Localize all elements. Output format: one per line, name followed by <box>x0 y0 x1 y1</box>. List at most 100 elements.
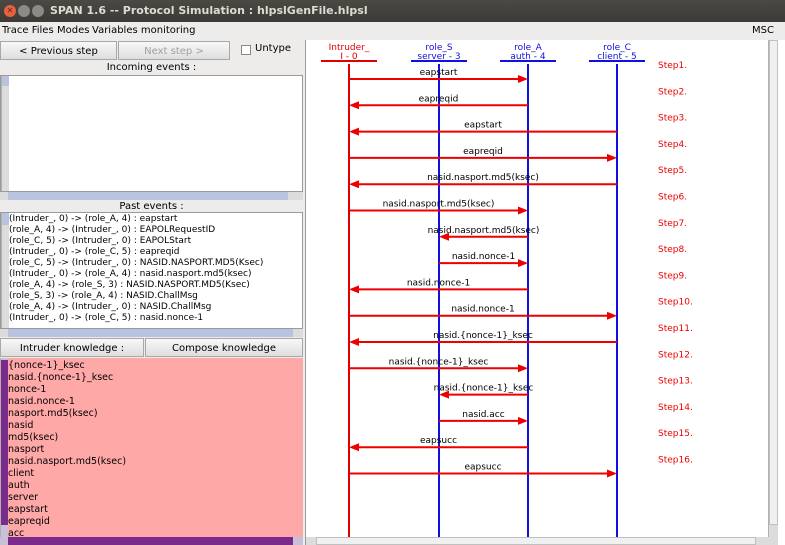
msc-vertical-scrollbar[interactable] <box>768 40 778 537</box>
past-vertical-scrollbar[interactable] <box>1 213 9 328</box>
knowledge-item[interactable]: eapstart <box>8 504 48 515</box>
maximize-window-button[interactable] <box>32 5 44 17</box>
knowledge-item[interactable]: server <box>8 492 38 503</box>
menu-variables-monitoring[interactable]: Variables monitoring <box>92 25 195 36</box>
past-horizontal-scrollbar[interactable] <box>0 329 303 337</box>
msc-scroll-thumb[interactable] <box>769 40 778 525</box>
knowledge-item[interactable]: nasid.{nonce-1}_ksec <box>8 372 113 383</box>
incoming-scroll-thumb[interactable] <box>2 76 9 86</box>
past-event-row[interactable]: (role_A, 4) -> (role_S, 3) : NASID.NASPO… <box>9 280 250 290</box>
msc-horizontal-scrollbar[interactable] <box>306 537 778 545</box>
message-label: nasid.acc <box>462 410 504 420</box>
arrow-head <box>349 338 359 346</box>
message-label: eapstart <box>464 121 502 131</box>
untype-checkbox[interactable]: Untype <box>241 42 301 58</box>
past-hscroll-thumb[interactable] <box>8 329 293 337</box>
past-scroll-thumb[interactable] <box>2 213 9 225</box>
message-label: nasid.nasport.md5(ksec) <box>428 226 540 236</box>
menu-modes[interactable]: Modes <box>57 25 89 36</box>
intruder-knowledge-list[interactable]: {nonce-1}_ksec nasid.{nonce-1}_ksec nonc… <box>0 358 303 545</box>
arrow-head <box>349 285 359 294</box>
message-label: eapstart <box>420 68 458 78</box>
message-label: nasid.nonce-1 <box>407 278 470 288</box>
knowledge-item[interactable]: client <box>8 468 34 479</box>
knowledge-scroll-thumb[interactable] <box>1 360 8 525</box>
step-label: Step9. <box>658 271 687 281</box>
message-label: nasid.{nonce-1}_ksec <box>434 384 534 394</box>
msc-panel[interactable]: Intruder_ I - 0 role_S server - 3 role_A auth… <box>305 40 785 545</box>
incoming-horizontal-scrollbar[interactable] <box>0 192 303 200</box>
incoming-vertical-scrollbar[interactable] <box>1 76 9 191</box>
arrow-head <box>518 364 528 373</box>
msc-hscroll-thumb[interactable] <box>316 537 756 545</box>
next-step-button[interactable]: Next step > <box>118 41 230 60</box>
menu-bar: Trace Files Modes Variables monitoring M… <box>0 22 785 40</box>
past-event-row[interactable]: (Intruder_, 0) -> (role_A, 4) : eapstart <box>9 214 177 224</box>
left-panel: < Previous step Next step > Untype Incom… <box>0 40 303 545</box>
knowledge-hscroll-thumb[interactable] <box>8 537 293 545</box>
step-label: Step13. <box>658 377 693 387</box>
untype-label: Untype <box>255 43 291 54</box>
incoming-hscroll-thumb[interactable] <box>8 192 288 200</box>
knowledge-item[interactable]: auth <box>8 480 30 491</box>
minimize-window-button[interactable] <box>18 5 30 17</box>
past-event-row[interactable]: (Intruder_, 0) -> (role_C, 5) : eapreqid <box>9 247 180 257</box>
past-events-label: Past events : <box>119 201 184 212</box>
message-label: nasid.nasport.md5(ksec) <box>427 173 539 183</box>
arrow-head <box>349 443 359 452</box>
arrow-head <box>607 311 617 320</box>
step-label: Step11. <box>658 324 693 334</box>
step-label: Step8. <box>658 245 687 255</box>
past-events-list[interactable]: (Intruder_, 0) -> (role_A, 4) : eapstart… <box>0 212 303 329</box>
knowledge-item[interactable]: md5(ksec) <box>8 432 58 443</box>
knowledge-item[interactable]: nasport <box>8 444 44 455</box>
knowledge-item[interactable]: nasid <box>8 420 33 431</box>
knowledge-horizontal-scrollbar[interactable] <box>0 537 303 545</box>
menu-msc[interactable]: MSC <box>752 25 774 36</box>
past-event-row[interactable]: (role_C, 5) -> (Intruder_, 0) : NASID.NA… <box>9 258 263 268</box>
arrow-head <box>349 127 359 136</box>
intruder-knowledge-label: Intruder knowledge : <box>0 338 144 357</box>
knowledge-item[interactable]: nasid.nasport.md5(ksec) <box>8 456 126 467</box>
knowledge-item[interactable]: nasid.nonce-1 <box>8 396 75 407</box>
message-label: nasid.nonce-1 <box>451 305 514 315</box>
compose-knowledge-button[interactable]: Compose knowledge <box>145 338 303 357</box>
checkbox-box[interactable] <box>241 45 251 55</box>
previous-step-button[interactable]: < Previous step <box>0 41 117 60</box>
past-event-row[interactable]: (role_A, 4) -> (Intruder_, 0) : EAPOLReq… <box>9 225 215 235</box>
past-event-row[interactable]: (role_C, 5) -> (Intruder_, 0) : EAPOLSta… <box>9 236 191 246</box>
message-label: eapsucc <box>464 463 501 473</box>
step-label: Step5. <box>658 166 687 176</box>
step-label: Step16. <box>658 456 693 466</box>
message-label: eapreqid <box>419 94 459 104</box>
step-label: Step1. <box>658 61 687 71</box>
step-label: Step3. <box>658 114 687 124</box>
knowledge-vertical-scrollbar[interactable] <box>0 358 8 545</box>
incoming-events-list[interactable] <box>0 75 303 192</box>
past-event-row[interactable]: (Intruder_, 0) -> (role_A, 4) : nasid.na… <box>9 269 251 279</box>
arrow-head <box>607 153 617 162</box>
arrow-head <box>518 206 528 215</box>
close-window-button[interactable]: ✕ <box>4 5 16 17</box>
message-label: nasid.nasport.md5(ksec) <box>383 200 495 210</box>
window-title: SPAN 1.6 -- Protocol Simulation : hlpslG… <box>50 4 368 17</box>
message-label: nasid.nonce-1 <box>452 252 515 262</box>
arrow-head <box>518 416 528 425</box>
message-label: nasid.{nonce-1}_ksec <box>433 331 533 341</box>
knowledge-item[interactable]: nasport.md5(ksec) <box>8 408 98 419</box>
past-event-row[interactable]: (role_S, 3) -> (role_A, 4) : NASID.Chall… <box>9 291 198 301</box>
step-label: Step7. <box>658 219 687 229</box>
menu-trace-files[interactable]: Trace Files <box>2 25 54 36</box>
knowledge-item[interactable]: {nonce-1}_ksec <box>8 360 85 371</box>
step-label: Step14. <box>658 403 693 413</box>
knowledge-item[interactable]: nonce-1 <box>8 384 46 395</box>
step-label: Step12. <box>658 350 693 360</box>
step-label: Step15. <box>658 429 693 439</box>
arrow-head <box>518 75 528 83</box>
knowledge-item[interactable]: eapreqid <box>8 516 50 527</box>
step-label: Step10. <box>658 298 693 308</box>
past-event-row[interactable]: (role_A, 4) -> (Intruder_, 0) : NASID.Ch… <box>9 302 211 312</box>
past-event-row[interactable]: (Intruder_, 0) -> (role_C, 5) : nasid.no… <box>9 313 203 323</box>
msc-diagram: Intruder_I - 0role_Sserver - 3role_Aauth… <box>321 43 693 537</box>
step-label: Step4. <box>658 140 687 150</box>
